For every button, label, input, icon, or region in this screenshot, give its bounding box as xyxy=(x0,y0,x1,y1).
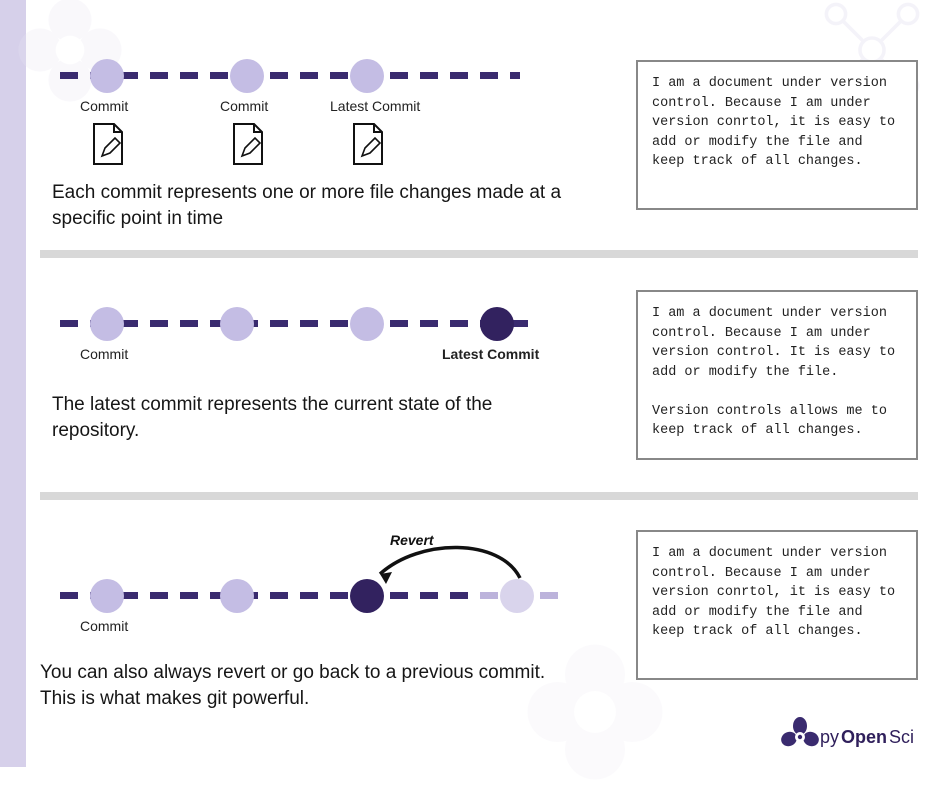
pyopensci-logo: pyOpenSci xyxy=(780,717,914,757)
dash-line xyxy=(60,592,550,599)
logo-text-py: py xyxy=(820,727,839,748)
latest-commit-label: Latest Commit xyxy=(442,346,539,362)
commit-dot xyxy=(90,59,124,93)
panel3-caption: You can also always revert or go back to… xyxy=(40,660,580,711)
document-preview-3: I am a document under version control. B… xyxy=(636,530,918,680)
commit-dot xyxy=(350,59,384,93)
file-edit-icon xyxy=(90,122,126,166)
panel1-caption: Each commit represents one or more file … xyxy=(52,180,572,231)
timeline-1: Commit Commit Latest Commit xyxy=(60,50,520,100)
commit-dot xyxy=(220,307,254,341)
commit-label: Commit xyxy=(80,346,128,362)
timeline-3: Commit Revert xyxy=(60,570,550,620)
panel-latest-commit: Commit Latest Commit The latest commit r… xyxy=(40,280,918,470)
faded-commit-dot xyxy=(500,579,534,613)
panel2-caption: The latest commit represents the current… xyxy=(52,392,532,443)
commit-label: Commit xyxy=(220,98,268,114)
commit-dot xyxy=(230,59,264,93)
commit-dot xyxy=(90,307,124,341)
revert-label: Revert xyxy=(390,532,434,548)
panel-revert: Commit Revert You can also always revert… xyxy=(40,520,918,720)
document-preview-2: I am a document under version control. B… xyxy=(636,290,918,460)
commit-dot xyxy=(90,579,124,613)
document-preview-1: I am a document under version control. B… xyxy=(636,60,918,210)
timeline-2: Commit Latest Commit xyxy=(60,298,530,348)
commit-label: Commit xyxy=(80,98,128,114)
commit-dot xyxy=(220,579,254,613)
divider xyxy=(40,250,918,258)
commit-dot xyxy=(350,307,384,341)
dash-line xyxy=(60,320,530,327)
latest-commit-dot xyxy=(480,307,514,341)
dash-line xyxy=(60,72,520,79)
revert-target-dot xyxy=(350,579,384,613)
commit-label: Latest Commit xyxy=(330,98,420,114)
divider xyxy=(40,492,918,500)
panel-commits-explain: Commit Commit Latest Commit Each commit … xyxy=(40,50,918,230)
logo-text-open: Open xyxy=(841,727,887,748)
file-edit-icon xyxy=(230,122,266,166)
commit-label: Commit xyxy=(80,618,128,634)
logo-flower-icon xyxy=(780,717,820,757)
left-accent-stripe xyxy=(0,0,26,767)
file-edit-icon xyxy=(350,122,386,166)
logo-text-sci: Sci xyxy=(889,727,914,748)
